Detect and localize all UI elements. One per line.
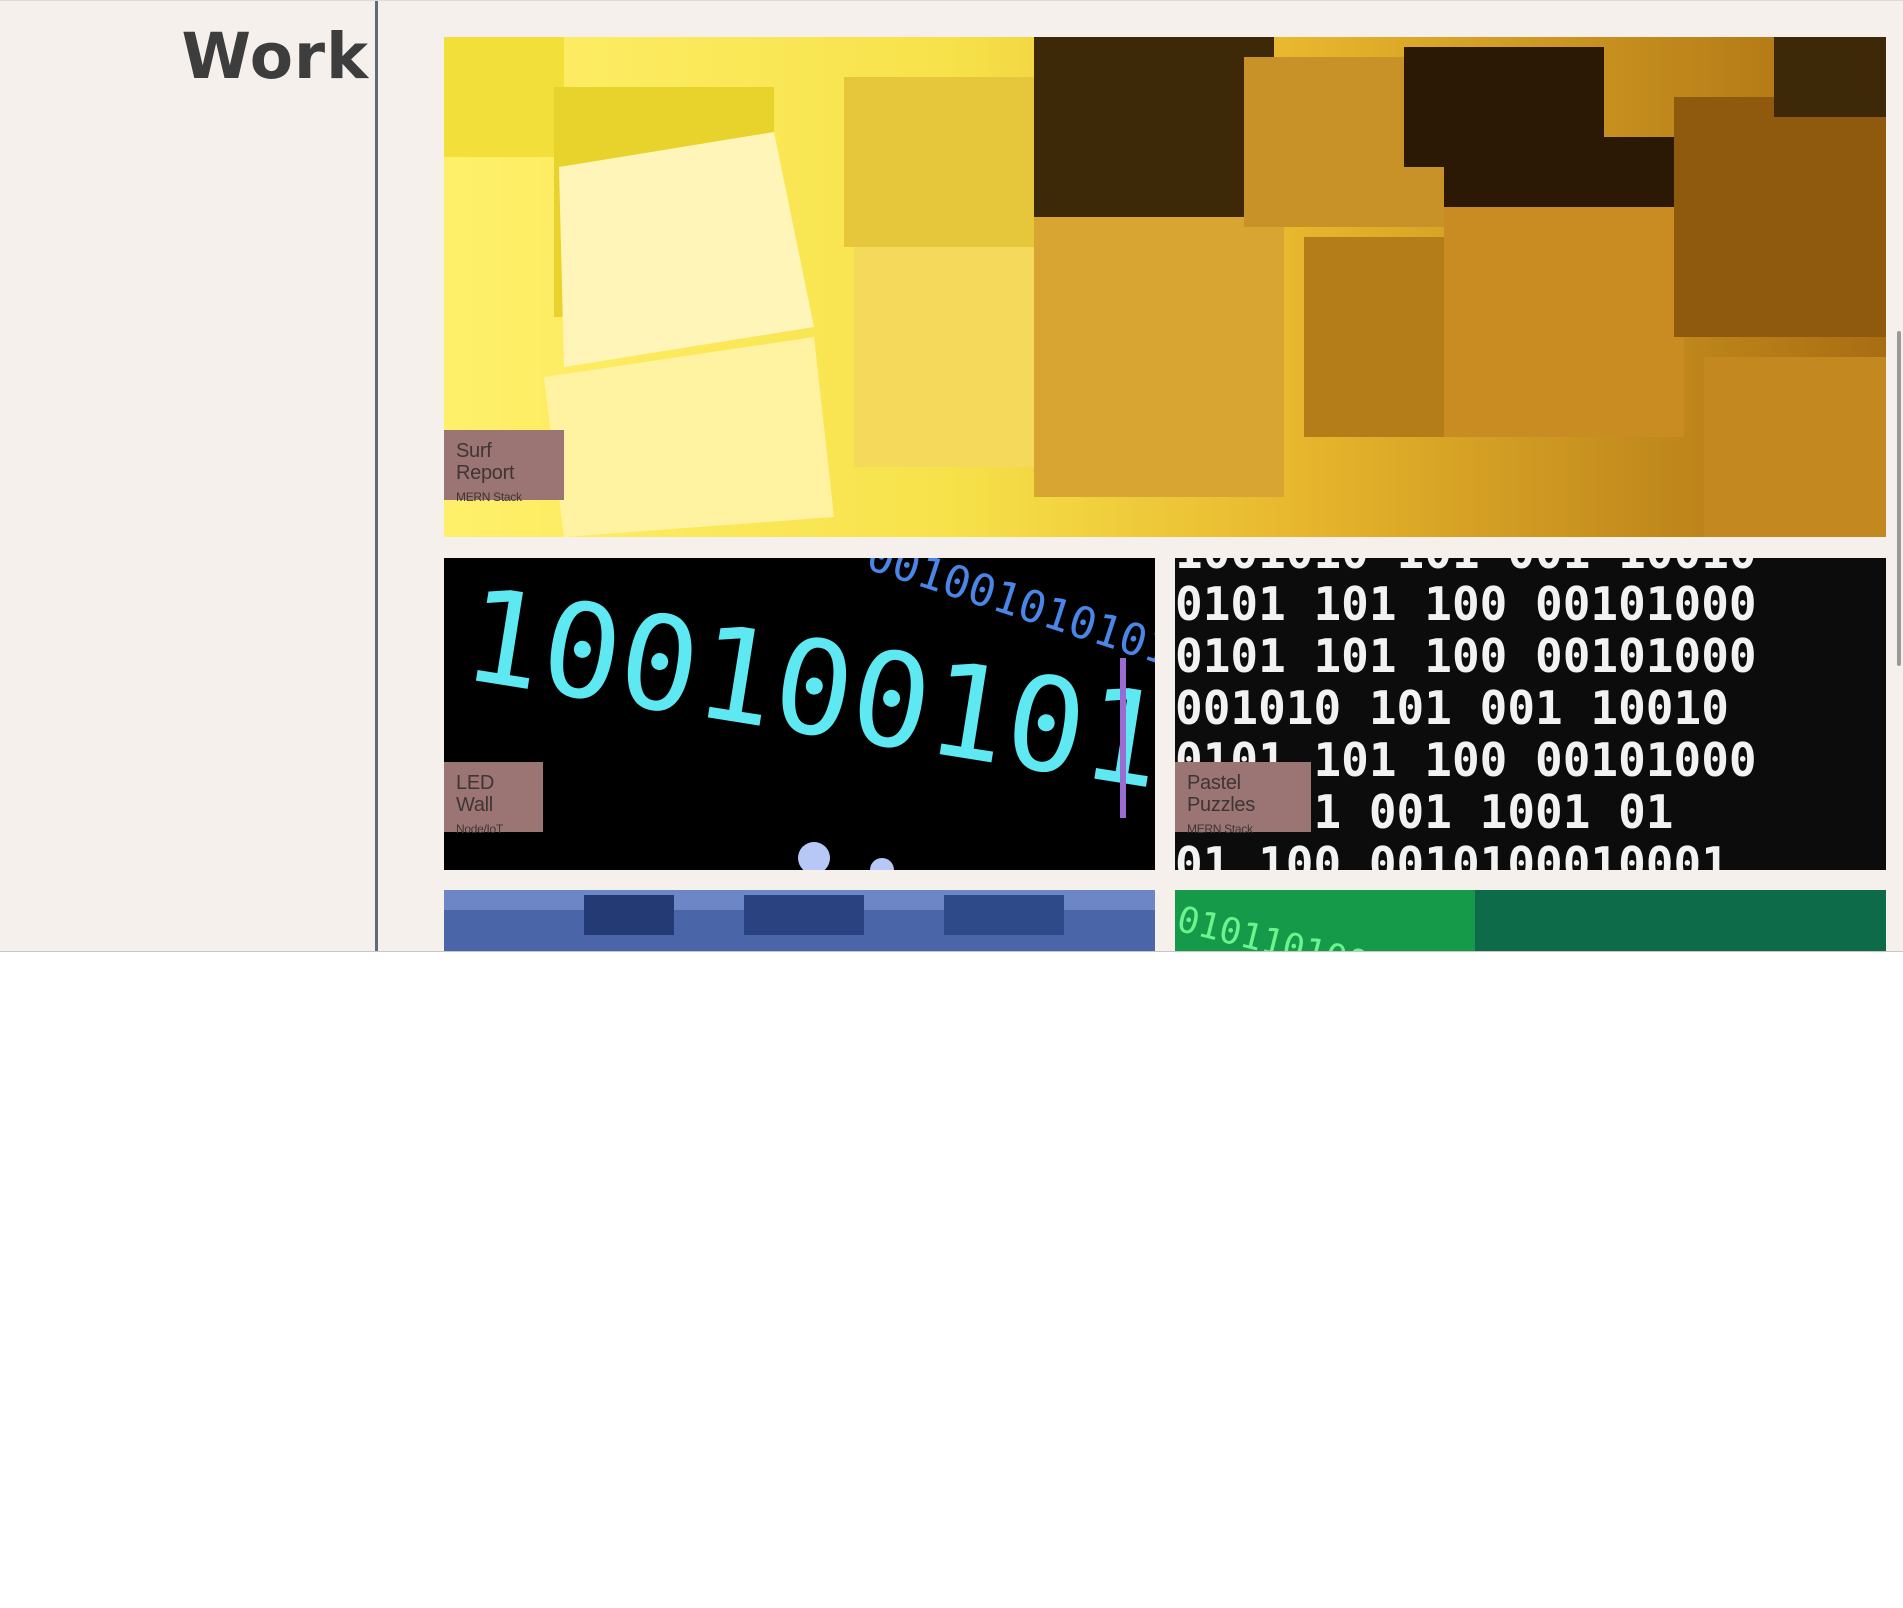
project-tile-led-wall[interactable]: 10010010101 001001010101001 LED Wall Nod… xyxy=(444,558,1155,870)
project-caption: Pastel Puzzles MERN Stack xyxy=(1175,762,1311,836)
svg-text:0101 101 100 00101000: 0101 101 100 00101000 xyxy=(1175,629,1757,683)
project-title: Surf Report xyxy=(456,440,515,484)
project-tile-surf-report[interactable]: Surf Report MERN Stack xyxy=(444,37,1886,537)
svg-text:0101 101 100 00101000: 0101 101 100 00101000 xyxy=(1175,577,1757,631)
project-caption: Surf Report MERN Stack xyxy=(444,430,564,504)
page-scrollbar[interactable] xyxy=(1893,1,1903,951)
project-title: LED Wall xyxy=(456,772,495,816)
section-header-column: Work xyxy=(0,1,378,951)
project-thumbnail-image: 0101101001011000101 xyxy=(1175,890,1886,951)
project-tile-pastel-puzzles[interactable]: 1001010 101 001 10010 0101 101 100 00101… xyxy=(1175,558,1886,870)
section-title: Work xyxy=(181,20,369,93)
project-stack: MERN Stack xyxy=(1187,822,1253,836)
svg-text:01 100 0010100010001: 01 100 0010100010001 xyxy=(1175,837,1729,870)
project-stack: MERN Stack xyxy=(456,490,522,504)
project-title: Pastel Puzzles xyxy=(1187,772,1255,816)
project-thumbnail-image: 10010010101 001001010101001 xyxy=(444,558,1155,870)
project-tile-5[interactable]: 0101101001011000101 xyxy=(1175,890,1886,951)
project-stack: Node/IoT xyxy=(456,822,503,836)
svg-text:001010 101 001 10010: 001010 101 001 10010 xyxy=(1175,681,1729,735)
project-thumbnail-image xyxy=(444,890,1155,951)
scrollbar-thumb[interactable] xyxy=(1897,331,1901,666)
viewport: Work Surf Report MERN Stack 10010010101 … xyxy=(0,0,1903,952)
project-tile-4[interactable] xyxy=(444,890,1155,951)
project-thumbnail-image xyxy=(444,37,1886,537)
project-caption: LED Wall Node/IoT xyxy=(444,762,543,836)
svg-text:1001010 101 001 10010: 1001010 101 001 10010 xyxy=(1175,558,1757,579)
